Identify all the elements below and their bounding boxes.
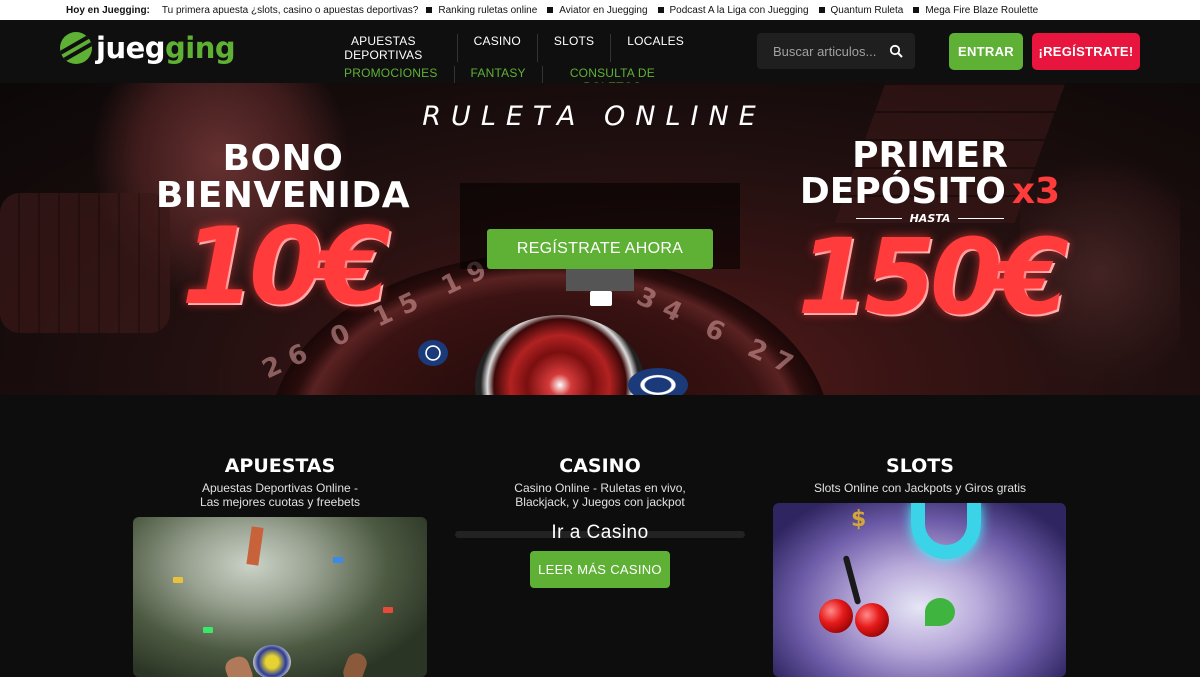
ticker-item[interactable]: Quantum Ruleta <box>818 4 904 16</box>
wheel-pointer-graphic <box>566 269 634 291</box>
bullet-icon <box>547 7 554 13</box>
football-icon <box>253 645 291 677</box>
confetti-graphic <box>203 627 213 633</box>
section-title[interactable]: CASINO <box>450 455 750 477</box>
apuestas-image[interactable] <box>133 517 427 677</box>
cherry-stem-graphic <box>842 555 862 605</box>
promo-right-amount: 150€ <box>797 216 1068 338</box>
register-now-button[interactable]: REGÍSTRATE AHORA <box>487 229 713 269</box>
hero-banner[interactable]: 26 0 15 19 4 34 6 27 RULETA ONLINE BONO … <box>0 83 1200 395</box>
section-description: Apuestas Deportivas Online - Las mejores… <box>199 481 361 509</box>
fan-hand-graphic <box>222 653 256 677</box>
first-deposit-promo: PRIMER DEPÓSITO x3 HASTA 150€ <box>780 135 1080 338</box>
ticker-item-label: Ranking ruletas online <box>438 4 538 16</box>
leer-mas-casino-button[interactable]: LEER MÁS CASINO <box>530 551 670 588</box>
section-title[interactable]: SLOTS <box>770 455 1070 477</box>
nav-casino[interactable]: CASINO <box>456 34 537 62</box>
clover-icon <box>925 598 955 626</box>
ticker-item-label: Quantum Ruleta <box>830 4 904 16</box>
promo-left-amount: 10€ <box>181 205 390 328</box>
ticker-item-label: Aviator en Juegging <box>559 4 648 16</box>
bullet-icon <box>657 7 664 13</box>
promo-right-line2: DEPÓSITO x3 <box>799 171 1061 212</box>
search-icon[interactable] <box>889 44 903 58</box>
section-description: Casino Online - Ruletas en vivo, Blackja… <box>514 481 686 509</box>
nav-apuestas-deportivas[interactable]: APUESTAS DEPORTIVAS <box>310 34 457 62</box>
nav-primary-row: APUESTAS DEPORTIVAS CASINO SLOTS LOCALES <box>310 34 700 62</box>
slots-image[interactable]: $ <box>773 503 1066 677</box>
bullet-icon <box>426 7 433 13</box>
section-apuestas: APUESTAS Apuestas Deportivas Online - La… <box>130 455 430 509</box>
section-casino: CASINO Casino Online - Ruletas en vivo, … <box>450 455 750 509</box>
section-description: Slots Online con Jackpots y Giros gratis <box>813 481 1027 495</box>
ticker-item[interactable]: Mega Fire Blaze Roulette <box>913 5 1038 16</box>
site-header: juegging APUESTAS DEPORTIVAS CASINO SLOT… <box>0 20 1200 94</box>
confetti-graphic <box>173 577 183 583</box>
promo-right-line1: PRIMER <box>852 135 1008 176</box>
hero-chips-graphic <box>0 193 170 333</box>
nav-slots[interactable]: SLOTS <box>536 34 610 62</box>
nav-locales[interactable]: LOCALES <box>610 34 700 62</box>
search-box <box>757 33 915 69</box>
promo-multiplier: x3 <box>1011 171 1061 212</box>
wheel-pointer-tip <box>590 291 612 306</box>
ir-a-casino-link[interactable]: Ir a Casino <box>450 522 750 544</box>
fan-hand-graphic <box>340 650 370 677</box>
site-logo[interactable]: juegging <box>60 31 236 65</box>
horseshoe-icon <box>911 503 981 559</box>
bullet-icon <box>913 7 920 13</box>
cherry-icon <box>819 599 853 633</box>
section-title[interactable]: APUESTAS <box>130 455 430 477</box>
section-slots: SLOTS Slots Online con Jackpots y Giros … <box>770 455 1070 495</box>
confetti-graphic <box>246 526 264 566</box>
ticker-item-label: Mega Fire Blaze Roulette <box>925 4 1039 16</box>
ticker-intro-link[interactable]: Tu primera apuesta ¿slots, casino o apue… <box>162 5 418 16</box>
welcome-bonus-promo: BONO BIENVENIDA 10€ <box>148 140 418 322</box>
confetti-graphic <box>333 557 343 563</box>
casino-chip-icon <box>628 368 688 395</box>
casino-chip-icon <box>418 340 448 366</box>
hero-subtitle: RULETA ONLINE <box>422 101 766 132</box>
ticker-lead: Hoy en Juegging: <box>66 4 150 16</box>
ticker-item[interactable]: Podcast A la Liga con Juegging <box>657 4 809 16</box>
logo-wordmark: juegging <box>96 31 236 65</box>
ticker-item[interactable]: Ranking ruletas online <box>426 5 537 16</box>
login-button[interactable]: ENTRAR <box>949 33 1023 70</box>
ticker-item-label: Podcast A la Liga con Juegging <box>669 4 809 16</box>
search-input[interactable] <box>757 43 877 59</box>
bullet-icon <box>818 7 825 13</box>
register-button[interactable]: ¡REGÍSTRATE! <box>1032 33 1140 70</box>
dollar-icon: $ <box>851 507 867 532</box>
confetti-graphic <box>383 607 393 613</box>
cherry-icon <box>855 603 889 637</box>
juegging-logo-icon <box>60 32 92 64</box>
promo-left-line1: BONO <box>222 138 344 179</box>
ticker-bar: Hoy en Juegging: Tu primera apuesta ¿slo… <box>0 0 1200 20</box>
ticker-item[interactable]: Aviator en Juegging <box>547 4 648 16</box>
